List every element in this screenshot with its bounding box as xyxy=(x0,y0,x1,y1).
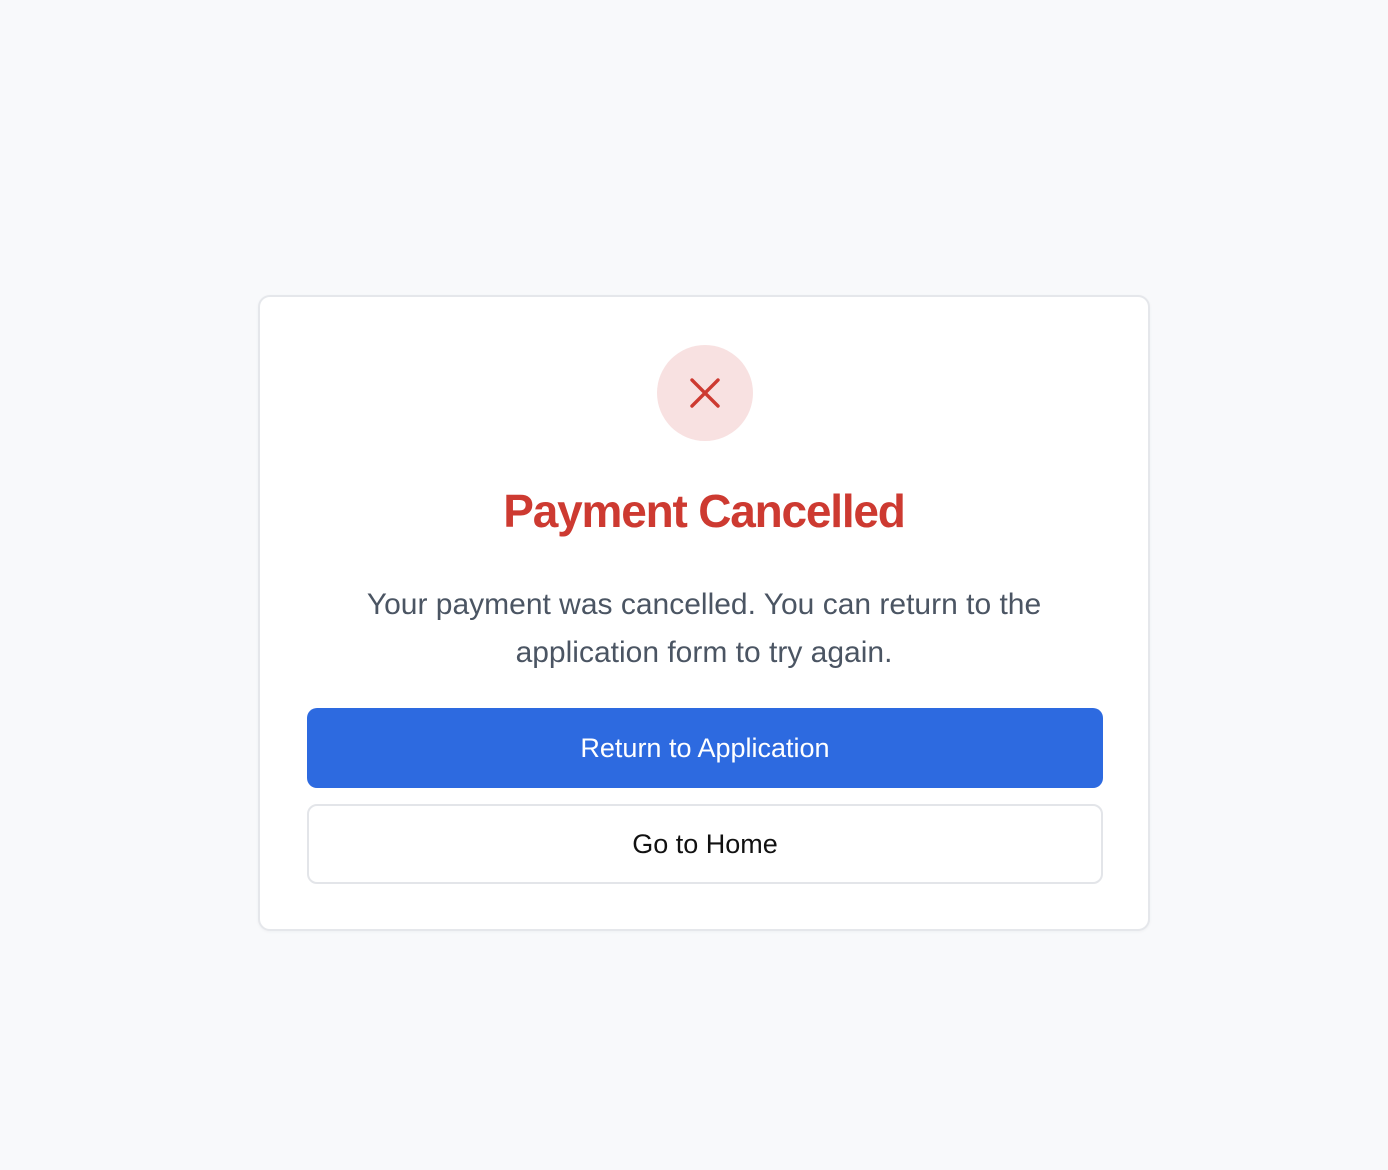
x-icon xyxy=(690,378,720,408)
return-to-application-button[interactable]: Return to Application xyxy=(307,708,1103,788)
error-icon-badge xyxy=(657,345,753,441)
payment-cancelled-card: Payment Cancelled Your payment was cance… xyxy=(258,295,1150,931)
status-message: Your payment was cancelled. You can retu… xyxy=(366,588,1042,669)
page: Payment Cancelled Your payment was cance… xyxy=(0,0,1388,1170)
go-to-home-button[interactable]: Go to Home xyxy=(307,804,1103,884)
page-title: Payment Cancelled xyxy=(503,485,906,537)
